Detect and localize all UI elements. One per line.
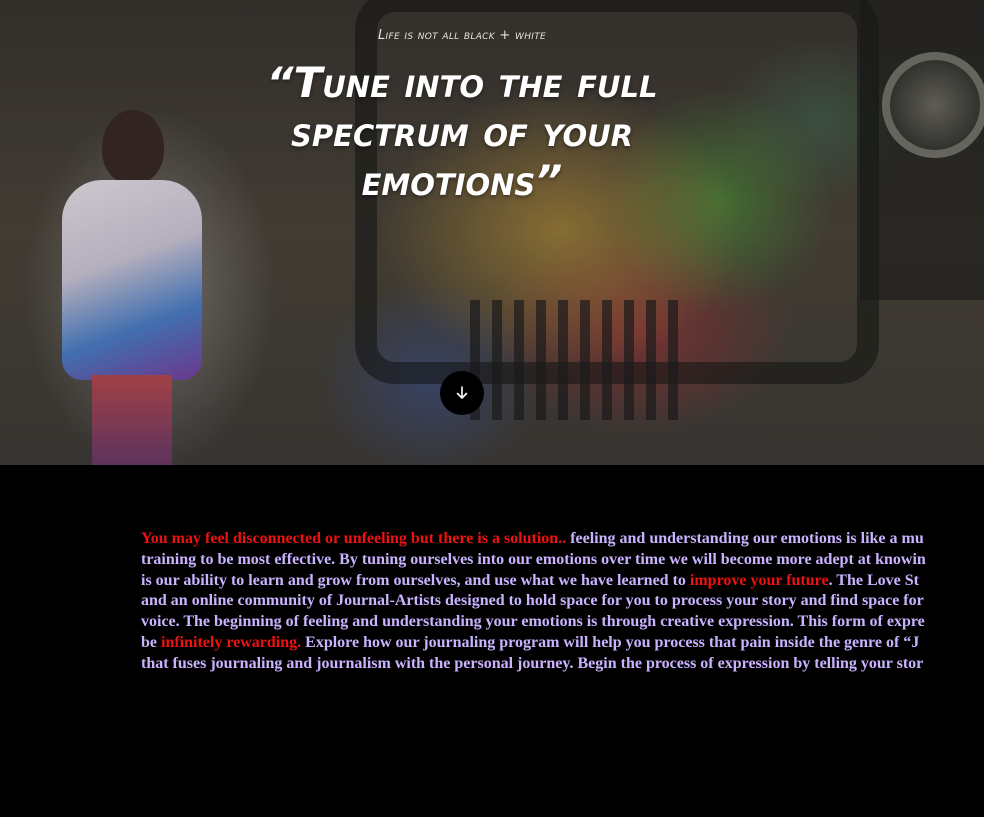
intro-text-line: is our ability to learn and grow from ou… (141, 571, 690, 589)
intro-text-line: that fuses journaling and journalism wit… (141, 654, 924, 672)
scroll-down-button[interactable] (440, 371, 484, 415)
intro-text-line: training to be most effective. By tuning… (141, 550, 926, 568)
hero-section: Life is not all black + white “Tune into… (0, 0, 984, 465)
intro-highlight-text: improve your future (689, 571, 829, 589)
intro-text-line: be (141, 633, 161, 651)
hero-eyebrow: Life is not all black + white (377, 28, 547, 43)
intro-text-line: voice. The beginning of feeling and unde… (141, 613, 925, 631)
intro-text-line: feeling and understanding our emotions i… (570, 530, 924, 547)
intro-section: You may feel disconnected or unfeeling b… (0, 465, 984, 817)
intro-text-line: . The Love St (828, 571, 919, 589)
intro-text-line: and an online community of Journal-Artis… (141, 592, 924, 610)
intro-text-line: Explore how our journaling program will … (301, 633, 920, 651)
arrow-down-icon (456, 386, 468, 399)
intro-paragraph: You may feel disconnected or unfeeling b… (141, 529, 984, 675)
hero-headline: “Tune into the full spectrum of your emo… (266, 58, 658, 205)
intro-text-line: You may feel disconnected or unfeeling b… (141, 530, 571, 547)
intro-highlight-text: infinitely rewarding. (161, 633, 302, 651)
